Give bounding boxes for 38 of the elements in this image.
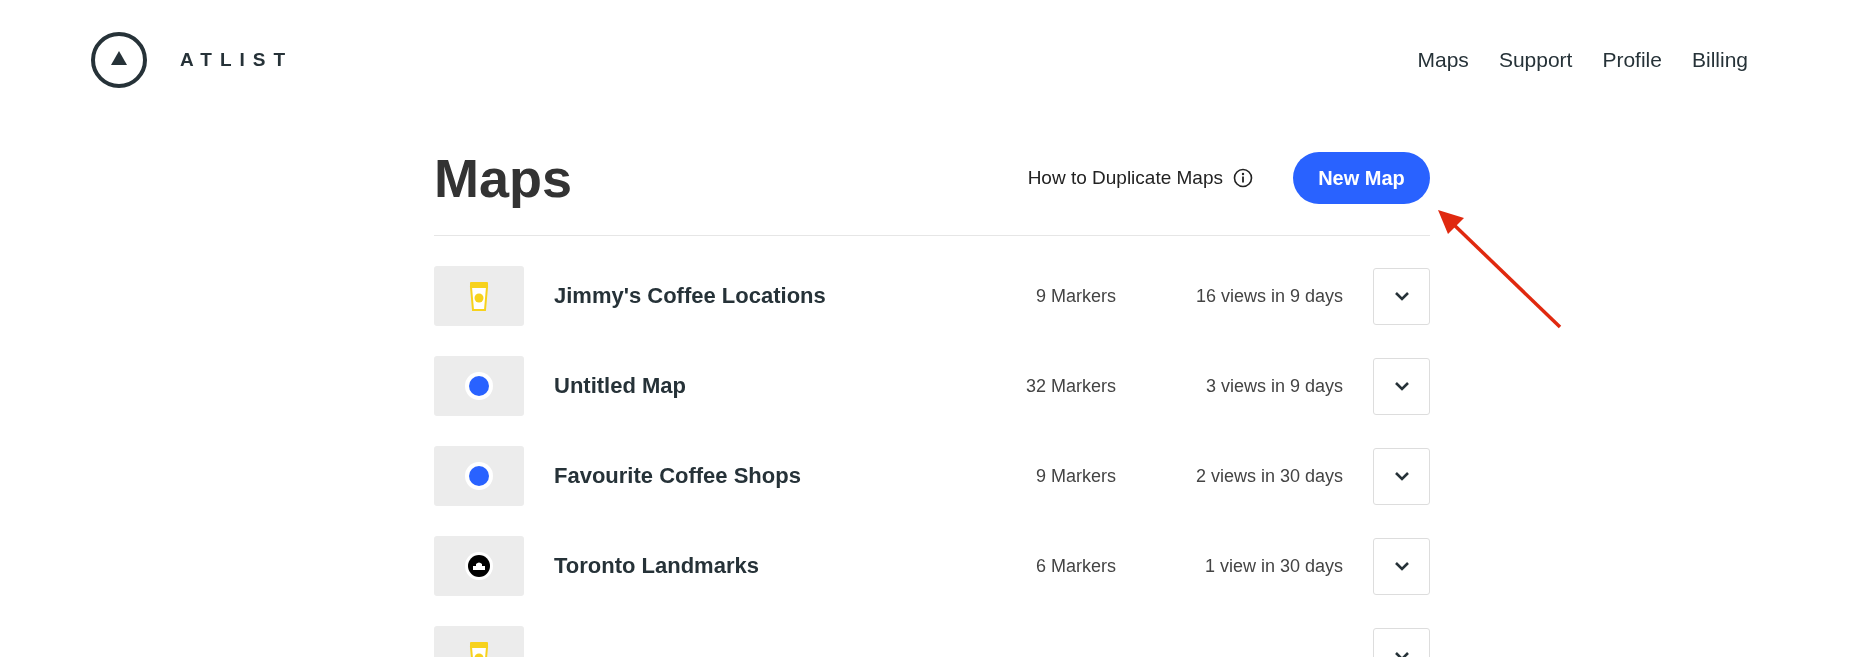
options-button[interactable]	[1373, 447, 1430, 505]
help-link[interactable]: How to Duplicate Maps	[1027, 167, 1223, 189]
map-title[interactable]: Favourite Coffee Shops	[554, 463, 956, 489]
nav-link[interactable]: Maps	[1417, 48, 1469, 72]
view-stats: 16 views in 9 days	[1194, 285, 1343, 307]
dot-marker-icon	[464, 371, 494, 401]
view-stats: 3 views in 9 days	[1204, 375, 1343, 397]
map-thumbnail[interactable]	[434, 356, 524, 416]
map-title[interactable]: Untitled Map	[554, 373, 956, 399]
chevron-down-icon	[1392, 380, 1411, 392]
info-icon[interactable]	[1233, 168, 1253, 188]
view-stats: 2 views in 30 days	[1194, 465, 1343, 487]
view-stats: 1 view in 30 days	[1203, 555, 1343, 577]
page-title: Maps	[434, 147, 573, 209]
chevron-down-icon	[1392, 470, 1411, 482]
building-icon	[464, 551, 494, 581]
map-thumbnail[interactable]	[434, 536, 524, 596]
marker-count: 9 Markers	[1035, 285, 1116, 307]
map-title[interactable]: Toronto Landmarks	[554, 553, 956, 579]
marker-count: 6 Markers	[1035, 555, 1116, 577]
dot-marker-icon	[464, 461, 494, 491]
options-button[interactable]	[1373, 267, 1430, 325]
map-thumbnail[interactable]	[434, 266, 524, 326]
nav-link[interactable]: Billing	[1691, 48, 1748, 72]
map-thumbnail[interactable]	[434, 446, 524, 506]
marker-count: 9 Markers	[1035, 465, 1116, 487]
new-map-button[interactable]: New Map	[1293, 152, 1430, 204]
options-button[interactable]	[1373, 537, 1430, 595]
nav-link[interactable]: Profile	[1602, 48, 1662, 72]
logo-icon	[90, 31, 148, 89]
map-title[interactable]: Jimmy's Coffee Locations	[554, 283, 956, 309]
chevron-down-icon	[1392, 290, 1411, 302]
marker-count: 32 Markers	[1024, 375, 1116, 397]
nav-link[interactable]: Support	[1498, 48, 1573, 72]
chevron-down-icon	[1392, 560, 1411, 572]
brand-name: ATLIST	[180, 49, 294, 71]
options-button[interactable]	[1373, 357, 1430, 415]
coffee-cup-icon	[468, 281, 490, 311]
